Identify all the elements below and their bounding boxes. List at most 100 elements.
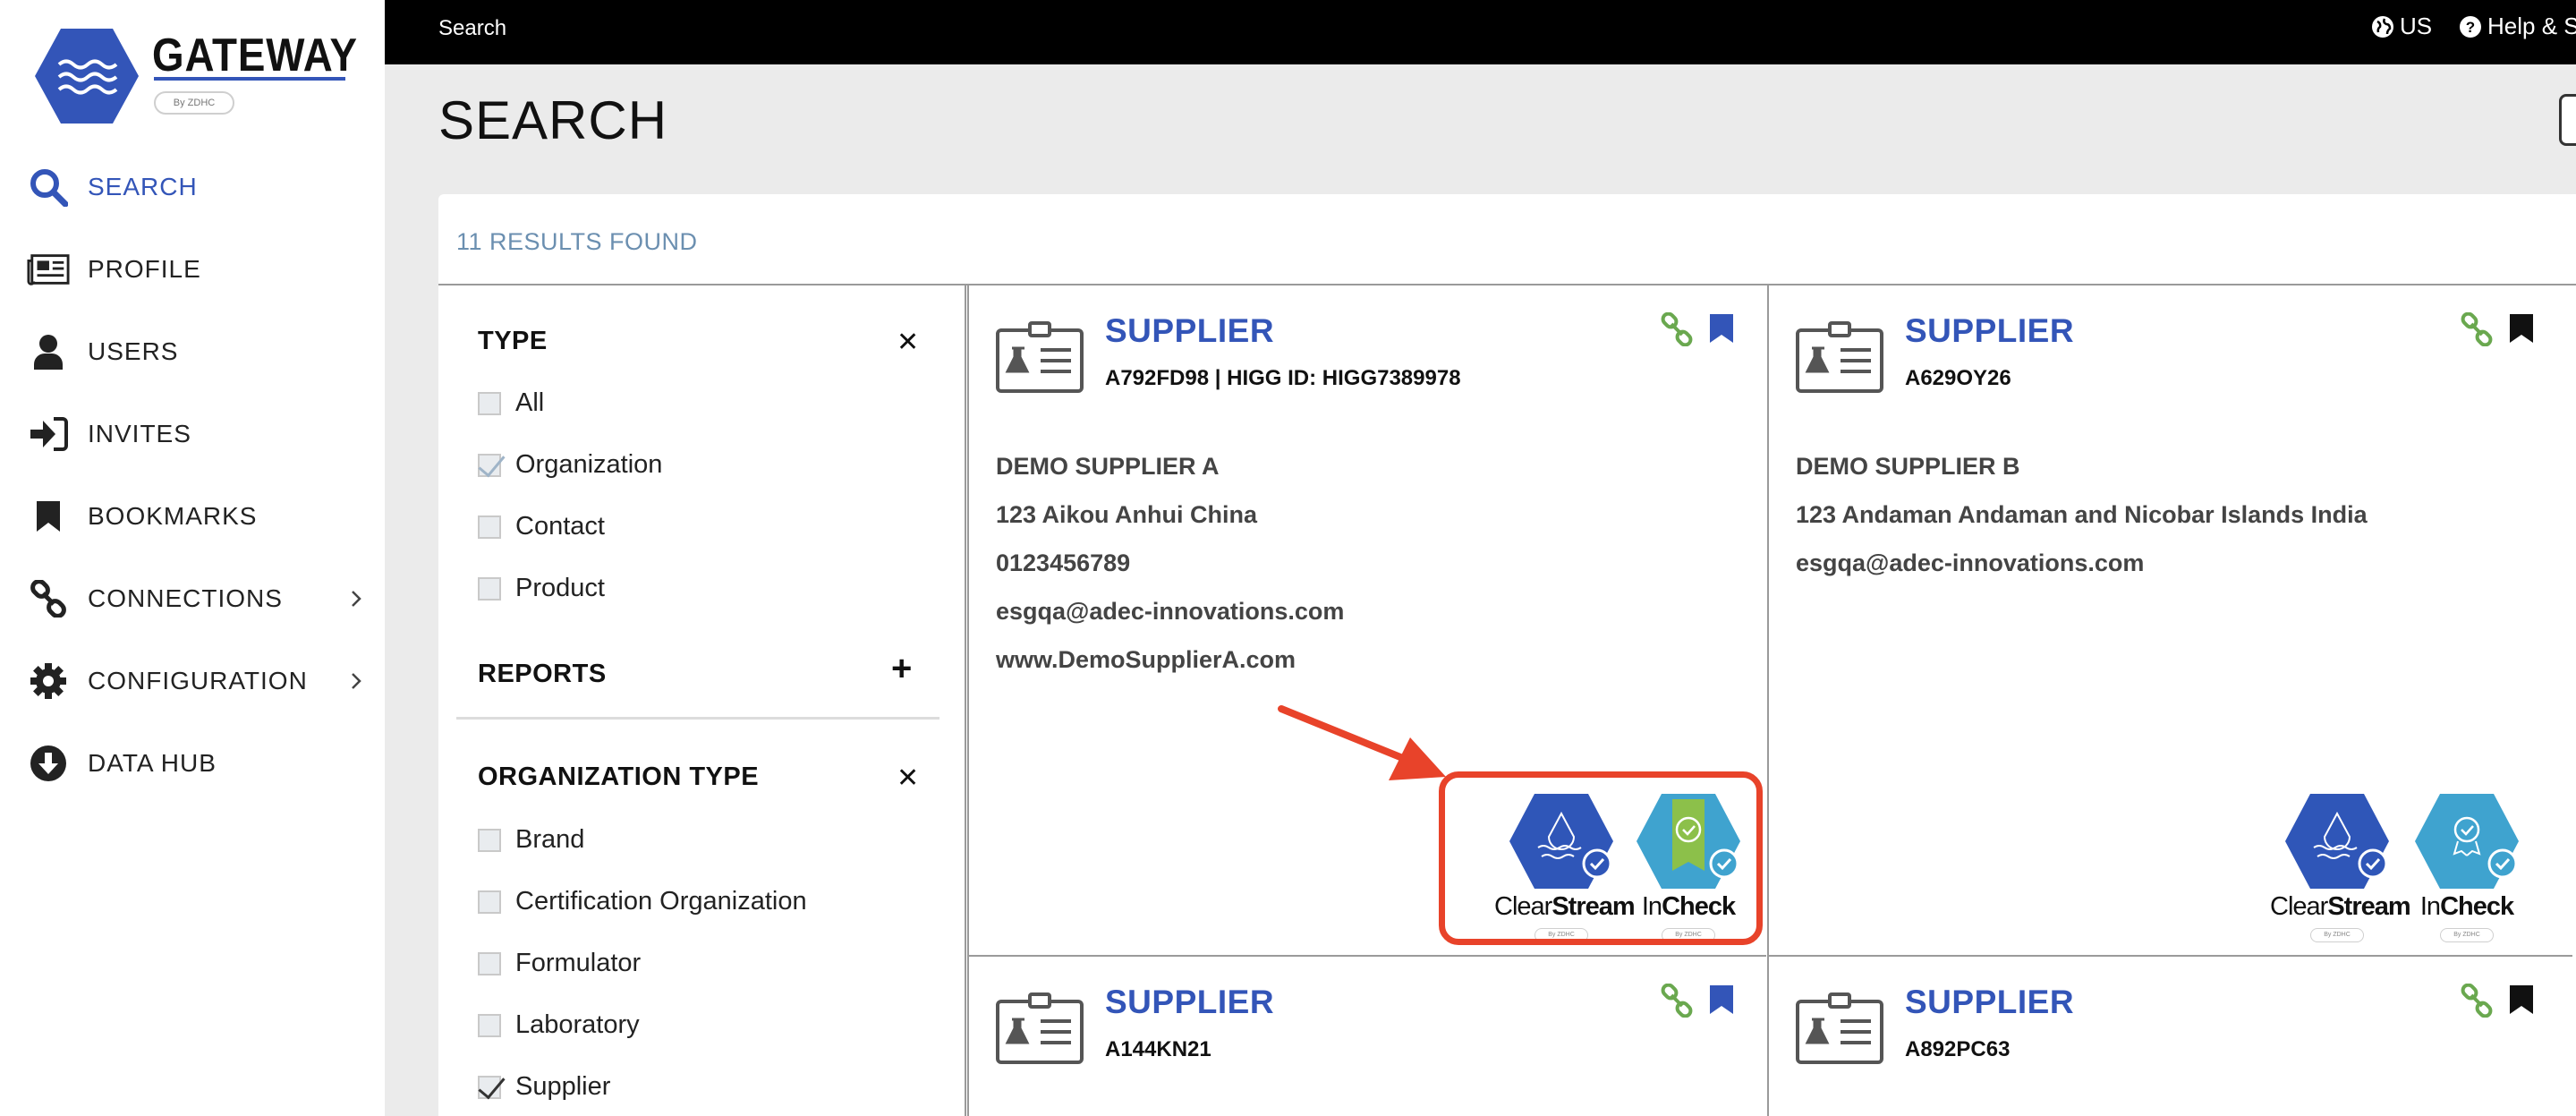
language-selector[interactable]: US xyxy=(2371,13,2432,40)
supplier-card[interactable]: SUPPLIER A629OY26 DEMO SUPPLIER B 123 An… xyxy=(1767,285,2572,957)
filter-option-all[interactable]: All xyxy=(478,388,544,418)
card-type[interactable]: SUPPLIER xyxy=(1905,984,2074,1021)
close-icon[interactable]: ✕ xyxy=(897,327,919,358)
sidebar-item-bookmarks[interactable]: BOOKMARKS xyxy=(0,475,385,558)
supplier-card[interactable]: SUPPLIER A892PC63 xyxy=(1767,957,2572,1116)
bookmark-icon[interactable] xyxy=(1708,984,1735,1016)
filter-option-laboratory[interactable]: Laboratory xyxy=(478,1010,640,1040)
sidebar-item-data-hub[interactable]: DATA HUB xyxy=(0,722,385,805)
cert-name-bold: Check xyxy=(2440,892,2514,921)
checkbox[interactable] xyxy=(478,890,501,914)
filter-option-product[interactable]: Product xyxy=(478,574,605,603)
chevron-right-icon xyxy=(352,591,361,607)
card-type[interactable]: SUPPLIER xyxy=(1905,312,2074,350)
sidebar-item-search[interactable]: SEARCH xyxy=(0,146,385,228)
filter-option-label: All xyxy=(515,388,545,417)
annotation-highlight-box xyxy=(1439,771,1763,945)
close-icon[interactable]: ✕ xyxy=(897,762,919,794)
top-bar: Search US ? Help & S xyxy=(385,0,2576,64)
checkbox[interactable] xyxy=(478,1075,501,1099)
id-badge-icon xyxy=(1796,992,1883,1064)
user-icon xyxy=(27,330,70,373)
link-icon[interactable] xyxy=(1660,984,1694,1018)
sidebar-item-invites[interactable]: INVITES xyxy=(0,393,385,475)
help-link[interactable]: ? Help & S xyxy=(2459,13,2576,40)
supplier-card[interactable]: SUPPLIER A144KN21 xyxy=(967,957,1766,1116)
sidebar-item-connections[interactable]: CONNECTIONS xyxy=(0,558,385,640)
card-website[interactable]: www.DemoSupplierA.com xyxy=(996,646,1296,674)
filter-option-contact[interactable]: Contact xyxy=(478,512,605,541)
cert-sub-label: By ZDHC xyxy=(2440,928,2494,942)
card-type[interactable]: SUPPLIER xyxy=(1105,312,1274,350)
filter-option-certification-organization[interactable]: Certification Organization xyxy=(478,887,807,916)
filter-option-supplier[interactable]: Supplier xyxy=(478,1072,610,1102)
page-title: SEARCH xyxy=(438,90,668,150)
sidebar-item-configuration[interactable]: CONFIGURATION xyxy=(0,640,385,722)
card-id: A629OY26 xyxy=(1905,366,2011,390)
clearstream-badge[interactable]: ClearStream By ZDHC xyxy=(2270,792,2411,944)
link-icon[interactable] xyxy=(2460,984,2494,1018)
language-label: US xyxy=(2400,13,2433,39)
by-zdhc-label: By ZDHC xyxy=(154,91,234,115)
filter-option-label: Certification Organization xyxy=(515,887,807,916)
card-email[interactable]: esgqa@adec-innovations.com xyxy=(996,598,1344,626)
filter-heading-organization-type: ORGANIZATION TYPE xyxy=(478,762,760,791)
bookmark-icon xyxy=(27,495,70,538)
chevron-right-icon xyxy=(352,673,361,689)
filter-option-label: Brand xyxy=(515,825,585,854)
id-badge-icon xyxy=(1796,321,1883,393)
sidebar-item-profile[interactable]: PROFILE xyxy=(0,228,385,311)
checkbox[interactable] xyxy=(478,951,501,975)
sidebar-item-users[interactable]: USERS xyxy=(0,311,385,393)
cert-name: ClearStream xyxy=(2270,892,2411,922)
filter-option-label: Laboratory xyxy=(515,1010,640,1039)
card-name: DEMO SUPPLIER B xyxy=(1796,453,2020,480)
checkbox[interactable] xyxy=(478,515,501,539)
card-email[interactable]: esgqa@adec-innovations.com xyxy=(1796,549,2144,577)
link-icon[interactable] xyxy=(1660,312,1694,346)
card-address: 123 Aikou Anhui China xyxy=(996,501,1258,528)
incheck-logo-icon xyxy=(2415,794,2519,889)
card-name: DEMO SUPPLIER A xyxy=(996,453,1220,480)
help-label: Help & S xyxy=(2487,13,2576,39)
filter-option-organization[interactable]: Organization xyxy=(478,450,662,480)
checkbox[interactable] xyxy=(478,453,501,477)
results-count: 11 RESULTS FOUND xyxy=(456,228,698,255)
search-icon xyxy=(27,166,70,209)
annotation-arrow-icon xyxy=(1278,705,1446,780)
sidebar-item-label: SEARCH xyxy=(88,173,198,200)
card-id: A144KN21 xyxy=(1105,1037,1211,1061)
clearstream-logo-icon xyxy=(2285,794,2389,889)
app-title: GATEWAY xyxy=(152,30,358,81)
globe-icon xyxy=(2372,15,2393,38)
sidebar-item-label: CONFIGURATION xyxy=(88,667,308,694)
incheck-badge[interactable]: InCheck By ZDHC xyxy=(2400,792,2534,944)
plus-icon[interactable]: + xyxy=(891,649,912,689)
logo-underline xyxy=(154,77,345,81)
bookmark-icon[interactable] xyxy=(2508,312,2535,345)
checkbox[interactable] xyxy=(478,1013,501,1037)
sidebar-item-label: CONNECTIONS xyxy=(88,584,283,612)
question-circle-icon: ? xyxy=(2460,15,2481,38)
filter-option-formulator[interactable]: Formulator xyxy=(478,949,641,978)
link-icon[interactable] xyxy=(2460,312,2494,346)
checkbox[interactable] xyxy=(478,576,501,601)
filter-option-brand[interactable]: Brand xyxy=(478,825,584,855)
filter-heading-type: TYPE xyxy=(478,327,548,355)
cert-name-bold: Stream xyxy=(2327,892,2410,921)
breadcrumb[interactable]: Search xyxy=(438,16,506,41)
link-icon xyxy=(27,577,70,620)
toolbar-button[interactable] xyxy=(2559,94,2576,146)
filter-option-label: Product xyxy=(515,574,605,602)
bookmark-icon[interactable] xyxy=(1708,312,1735,345)
bookmark-icon[interactable] xyxy=(2508,984,2535,1016)
cert-name-light: Clear xyxy=(2270,892,2328,921)
checkbox[interactable] xyxy=(478,391,501,415)
filter-heading-reports[interactable]: REPORTS xyxy=(478,660,607,689)
cert-name: InCheck xyxy=(2400,892,2534,922)
gateway-logo[interactable]: GATEWAY By ZDHC xyxy=(34,27,358,125)
checkbox[interactable] xyxy=(478,828,501,852)
filter-option-label: Formulator xyxy=(515,949,642,977)
card-type[interactable]: SUPPLIER xyxy=(1105,984,1274,1021)
cert-sub-label: By ZDHC xyxy=(2310,928,2364,942)
